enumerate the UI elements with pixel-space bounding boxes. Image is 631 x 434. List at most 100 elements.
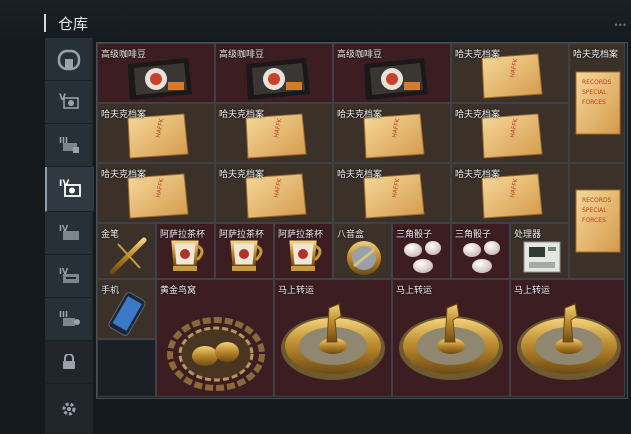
item-label: 三角骰子 (396, 229, 433, 239)
item-haffk-archive[interactable]: 哈夫克档案 HAFFK (451, 103, 569, 163)
item-haffk-archive[interactable]: 哈夫克档案 HAFFK (215, 163, 333, 223)
item-label: 高级咖啡豆 (219, 49, 265, 59)
item-label: 高级咖啡豆 (337, 49, 383, 59)
item-haffk-archive[interactable]: 哈夫克档案 HAFFK (97, 163, 215, 223)
item-label: 马上转运 (278, 285, 315, 295)
item-label: 阿萨拉茶杯 (219, 229, 265, 239)
gold-cup-icon (289, 240, 322, 271)
item-triangle-dice[interactable]: 三角骰子 (451, 223, 510, 279)
item-label: 哈夫克档案 (219, 169, 265, 179)
item-label: 哈夫克档案 (337, 169, 383, 179)
item-phone[interactable]: 手机 (97, 279, 156, 339)
item-label: 阿萨拉茶杯 (278, 229, 324, 239)
item-coffee-beans[interactable]: 高级咖啡豆 (215, 43, 333, 103)
inventory-grid: 高级咖啡豆 高级咖啡豆 高级咖啡豆 哈夫克档案 HAFFK 哈夫克档案 RECO… (96, 42, 628, 399)
golden-nest-icon (167, 317, 265, 391)
item-asala-cup[interactable]: 阿萨拉茶杯 (215, 223, 274, 279)
tier-iv-case-icon: IV (59, 224, 79, 240)
tab-settings[interactable] (45, 384, 92, 434)
tier-v-icon: V (59, 93, 79, 109)
item-gold-pen[interactable]: 金笔 (97, 223, 156, 279)
smartphone-icon (108, 292, 146, 336)
pearl-dice-icon (463, 241, 500, 273)
tab-tier-iv-b[interactable]: IV (45, 212, 92, 255)
backpack-icon (57, 49, 80, 71)
item-haffk-archive-tall[interactable]: 哈夫克档案 RECORDS SPECIAL FORCES (569, 43, 625, 163)
item-label: 哈夫克档案 (455, 109, 501, 119)
item-good-luck-dial[interactable]: 马上转运 (510, 279, 625, 397)
pearl-dice-icon (404, 241, 441, 273)
item-haffk-archive[interactable]: 哈夫克档案 HAFFK (215, 103, 333, 163)
item-haffk-archive[interactable]: 哈夫克档案 HAFFK (451, 43, 569, 103)
empty-slot[interactable] (97, 339, 156, 397)
item-processor[interactable]: 处理器 (510, 223, 569, 279)
item-label: 三角骰子 (455, 229, 492, 239)
tab-all[interactable] (45, 38, 92, 81)
item-asala-cup[interactable]: 阿萨拉茶杯 (274, 223, 333, 279)
gold-cup-icon (230, 240, 263, 271)
item-label: 哈夫克档案 (219, 109, 265, 119)
item-label: 处理器 (514, 229, 542, 239)
item-haffk-archive[interactable]: 哈夫克档案 HAFFK (333, 103, 451, 163)
horse-dial-icon (517, 303, 621, 380)
item-haffk-archive[interactable]: 哈夫克档案 HAFFK (333, 163, 451, 223)
item-label: 黄金鸟窝 (160, 285, 197, 295)
horse-dial-icon (281, 303, 385, 380)
item-label: 马上转运 (514, 285, 551, 295)
tier-iii-key-icon: III (59, 310, 80, 326)
page-title: 仓库 (58, 16, 89, 33)
music-box-icon (347, 241, 381, 275)
svg-text:FORCES: FORCES (582, 217, 606, 224)
item-label: 哈夫克档案 (101, 169, 147, 179)
item-good-luck-dial[interactable]: 马上转运 (392, 279, 510, 397)
item-label: 哈夫克档案 (101, 109, 147, 119)
item-haffk-archive-tall[interactable]: RECORDS SPECIAL FORCES (569, 163, 625, 279)
gear-icon (62, 402, 75, 415)
lock-icon (62, 354, 75, 369)
gold-cup-icon (171, 240, 204, 271)
svg-text:SPECIAL: SPECIAL (582, 207, 607, 214)
tab-tier-v[interactable]: V (45, 81, 92, 124)
tier-iv-active-icon: IV (59, 179, 81, 197)
item-label: 哈夫克档案 (573, 49, 619, 59)
item-triangle-dice[interactable]: 三角骰子 (392, 223, 451, 279)
processor-device-icon (523, 241, 561, 273)
coffee-pack-icon (128, 58, 192, 100)
item-golden-nest[interactable]: 黄金鸟窝 (156, 279, 274, 397)
tab-tier-iv-c[interactable]: IV (45, 255, 92, 298)
item-label: 高级咖啡豆 (101, 49, 147, 59)
item-label: 八音盒 (337, 229, 365, 239)
tier-iv-box-icon: IV (59, 267, 79, 283)
tab-tier-iv[interactable]: IV (45, 167, 94, 212)
archive-folder-icon: RECORDS SPECIAL FORCES (575, 71, 621, 135)
svg-text:RECORDS: RECORDS (582, 79, 612, 86)
more-dots-icon[interactable]: ••• (615, 20, 627, 30)
item-label: 马上转运 (396, 285, 433, 295)
tab-tier-iii-b[interactable]: III (45, 298, 92, 341)
item-label: 哈夫克档案 (337, 109, 383, 119)
item-label: 手机 (101, 285, 120, 295)
item-label: 金笔 (101, 229, 120, 239)
tier-iii-icon: III (59, 136, 79, 153)
svg-text:FORCES: FORCES (582, 99, 606, 106)
tab-tier-iii[interactable]: III (45, 124, 92, 167)
svg-text:RECORDS: RECORDS (582, 197, 612, 204)
item-coffee-beans[interactable]: 高级咖啡豆 (97, 43, 215, 103)
item-coffee-beans[interactable]: 高级咖啡豆 (333, 43, 451, 103)
svg-text:III: III (59, 310, 68, 319)
archive-folder-icon: RECORDS SPECIAL FORCES (575, 189, 621, 253)
title-bar-accent (44, 14, 46, 32)
item-haffk-archive[interactable]: 哈夫克档案 HAFFK (97, 103, 215, 163)
horse-dial-icon (399, 303, 503, 380)
coffee-pack-icon (246, 58, 310, 100)
item-good-luck-dial[interactable]: 马上转运 (274, 279, 392, 397)
gold-pen-icon (109, 237, 147, 275)
item-haffk-archive[interactable]: 哈夫克档案 HAFFK (451, 163, 569, 223)
item-label: 哈夫克档案 (455, 49, 501, 59)
svg-text:SPECIAL: SPECIAL (582, 89, 607, 96)
item-label: 阿萨拉茶杯 (160, 229, 206, 239)
tab-locked[interactable] (45, 341, 92, 384)
item-music-box[interactable]: 八音盒 (333, 223, 392, 279)
item-label: 哈夫克档案 (455, 169, 501, 179)
item-asala-cup[interactable]: 阿萨拉茶杯 (156, 223, 215, 279)
